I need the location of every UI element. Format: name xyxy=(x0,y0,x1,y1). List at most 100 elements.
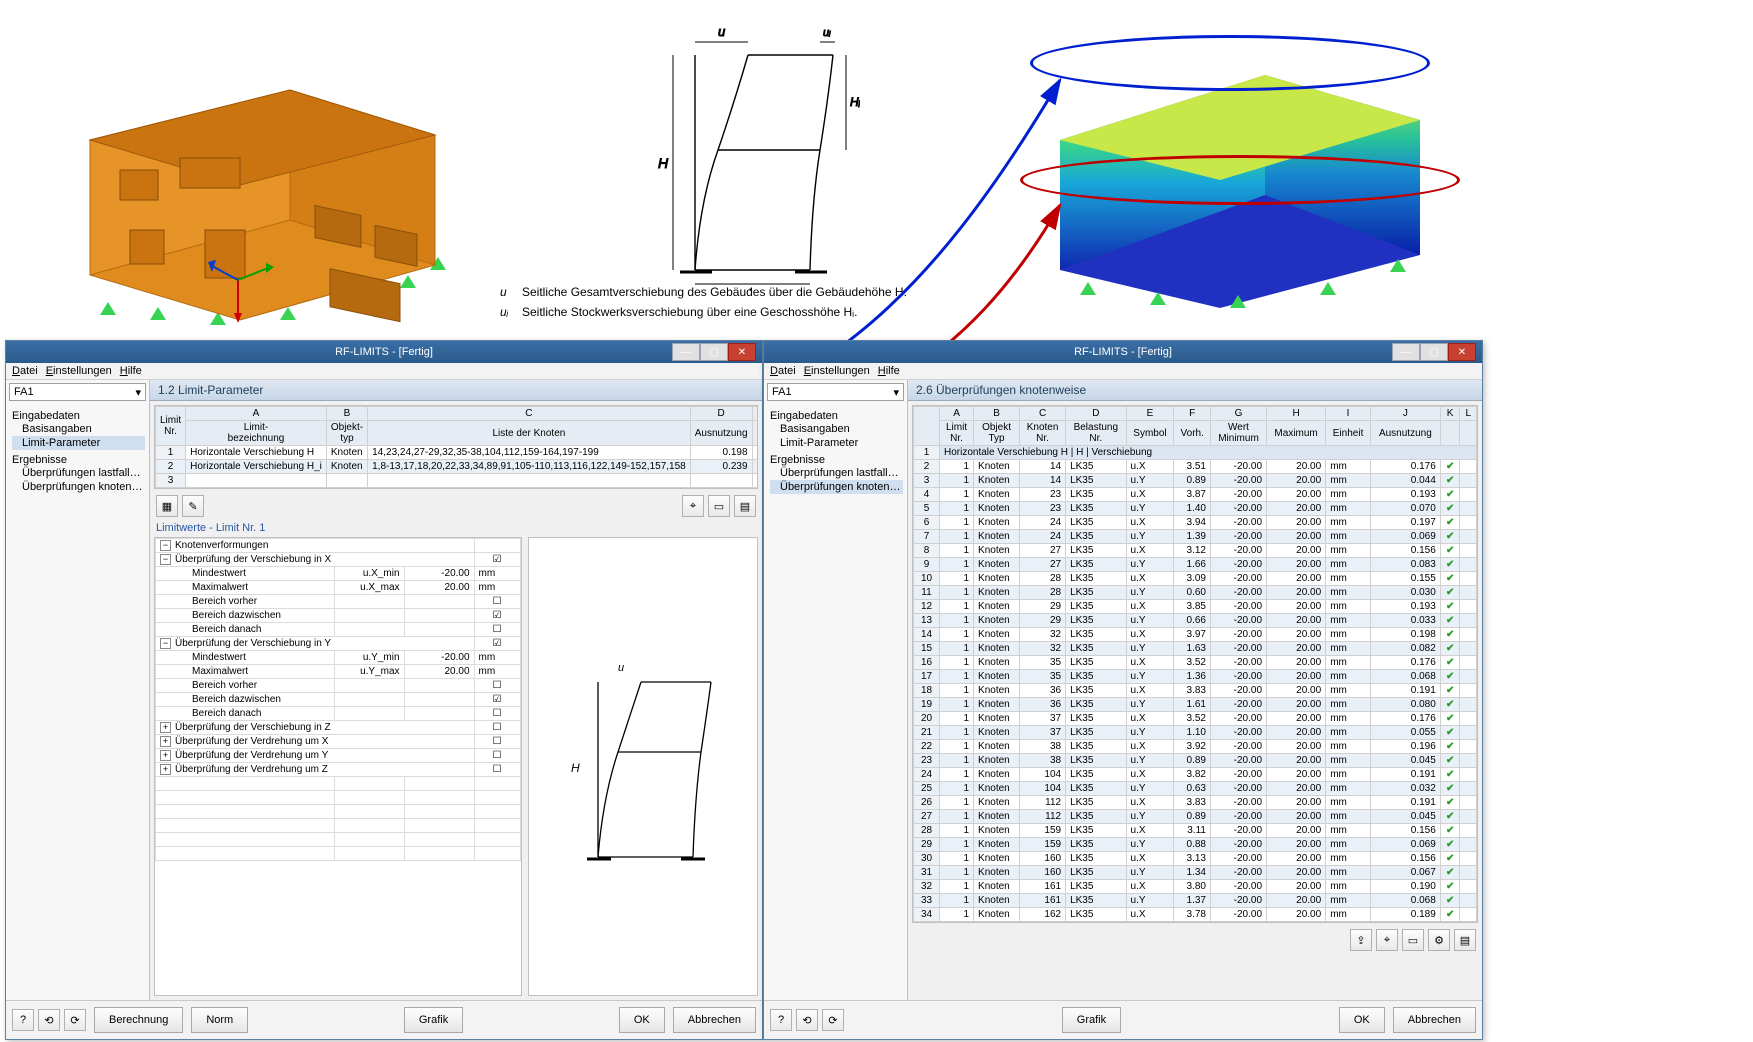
property-group[interactable]: +Überprüfung der Verdrehung um Y☐ xyxy=(156,749,521,763)
property-row[interactable]: Bereich danach☐ xyxy=(156,707,521,721)
table-row[interactable]: 91Knoten27LK35u.Y1.66-20.0020.00mm0.083✔ xyxy=(914,558,1477,572)
tool-new-icon[interactable]: ▦ xyxy=(156,495,178,517)
norm-button[interactable]: Norm xyxy=(191,1007,248,1033)
nav-basisangaben[interactable]: Basisangaben xyxy=(770,422,903,436)
table-row[interactable]: 291Knoten159LK35u.Y0.88-20.0020.00mm0.06… xyxy=(914,838,1477,852)
table-row[interactable]: 221Knoten38LK35u.X3.92-20.0020.00mm0.196… xyxy=(914,740,1477,754)
property-group[interactable]: −Knotenverformungen xyxy=(156,539,521,553)
limit-parameter-grid[interactable]: LimitNr.ABCDELimit-bezeichnungObjekt-typ… xyxy=(154,405,758,489)
results-grid[interactable]: ABCDEFGHIJKLLimitNr.ObjektTypKnotenNr.Be… xyxy=(912,405,1478,923)
berechnung-button[interactable]: Berechnung xyxy=(94,1007,183,1033)
menu-hilfe[interactable]: Hilfe xyxy=(120,365,142,377)
property-group[interactable]: −Überprüfung der Verschiebung in Y☑ xyxy=(156,637,521,651)
prev-icon[interactable]: ⟲ xyxy=(38,1009,60,1031)
property-row[interactable]: Bereich vorher☐ xyxy=(156,679,521,693)
property-row[interactable]: Bereich vorher☐ xyxy=(156,595,521,609)
case-combo[interactable]: FA1▾ xyxy=(767,383,904,401)
minimize-button[interactable]: — xyxy=(1392,343,1420,361)
tool-export-icon[interactable]: ⇪ xyxy=(1350,929,1372,951)
table-row[interactable]: 131Knoten29LK35u.Y0.66-20.0020.00mm0.033… xyxy=(914,614,1477,628)
nav-ueberpruefungen-lastfallweise[interactable]: Überprüfungen lastfallweise xyxy=(12,466,145,480)
table-row[interactable]: 41Knoten23LK35u.X3.87-20.0020.00mm0.193✔ xyxy=(914,488,1477,502)
property-row[interactable]: Bereich dazwischen☑ xyxy=(156,693,521,707)
table-row[interactable]: 171Knoten35LK35u.Y1.36-20.0020.00mm0.068… xyxy=(914,670,1477,684)
abbrechen-button[interactable]: Abbrechen xyxy=(673,1007,756,1033)
titlebar[interactable]: RF-LIMITS - [Fertig] — ▢ ✕ xyxy=(764,341,1482,363)
table-row[interactable]: 161Knoten35LK35u.X3.52-20.0020.00mm0.176… xyxy=(914,656,1477,670)
table-row[interactable]: 51Knoten23LK35u.Y1.40-20.0020.00mm0.070✔ xyxy=(914,502,1477,516)
table-row[interactable]: 181Knoten36LK35u.X3.83-20.0020.00mm0.191… xyxy=(914,684,1477,698)
table-row[interactable]: 261Knoten112LK35u.X3.83-20.0020.00mm0.19… xyxy=(914,796,1477,810)
nav-ueberpruefungen-lastfallweise[interactable]: Überprüfungen lastfallweise xyxy=(770,466,903,480)
property-row[interactable]: Maximalwertu.X_max20.00mm xyxy=(156,581,521,595)
tool-edit-icon[interactable]: ✎ xyxy=(182,495,204,517)
nav-ueberpruefungen-knotenweise[interactable]: Überprüfungen knotenweise xyxy=(770,480,903,494)
property-row[interactable]: Mindestwertu.X_min-20.00mm xyxy=(156,567,521,581)
minimize-button[interactable]: — xyxy=(672,343,700,361)
table-row[interactable]: 251Knoten104LK35u.Y0.63-20.0020.00mm0.03… xyxy=(914,782,1477,796)
next-icon[interactable]: ⟳ xyxy=(822,1009,844,1031)
nav-ueberpruefungen-knotenweise[interactable]: Überprüfungen knotenweise xyxy=(12,480,145,494)
table-row[interactable]: 341Knoten162LK35u.X3.78-20.0020.00mm0.18… xyxy=(914,908,1477,922)
menu-einstellungen[interactable]: Einstellungen xyxy=(46,365,112,377)
grafik-button[interactable]: Grafik xyxy=(1062,1007,1121,1033)
grafik-button[interactable]: Grafik xyxy=(404,1007,463,1033)
table-row[interactable]: 71Knoten24LK35u.Y1.39-20.0020.00mm0.069✔ xyxy=(914,530,1477,544)
tool-settings-icon[interactable]: ⚙ xyxy=(1428,929,1450,951)
table-row[interactable]: 61Knoten24LK35u.X3.94-20.0020.00mm0.197✔ xyxy=(914,516,1477,530)
ok-button[interactable]: OK xyxy=(1339,1007,1385,1033)
case-combo[interactable]: FA1▾ xyxy=(9,383,146,401)
tool-pick-icon[interactable]: ⌖ xyxy=(682,495,704,517)
table-row[interactable]: 2Horizontale Verschiebung H_iKnoten1,8-1… xyxy=(156,460,759,474)
table-row[interactable]: 331Knoten161LK35u.Y1.37-20.0020.00mm0.06… xyxy=(914,894,1477,908)
table-row[interactable]: 111Knoten28LK35u.Y0.60-20.0020.00mm0.030… xyxy=(914,586,1477,600)
tool-filter-icon[interactable]: ▤ xyxy=(1454,929,1476,951)
property-row[interactable]: Bereich dazwischen☑ xyxy=(156,609,521,623)
table-row[interactable]: 321Knoten161LK35u.X3.80-20.0020.00mm0.19… xyxy=(914,880,1477,894)
table-row[interactable]: 211Knoten37LK35u.Y1.10-20.0020.00mm0.055… xyxy=(914,726,1477,740)
table-row[interactable]: 241Knoten104LK35u.X3.82-20.0020.00mm0.19… xyxy=(914,768,1477,782)
table-row[interactable]: 21Knoten14LK35u.X3.51-20.0020.00mm0.176✔ xyxy=(914,460,1477,474)
tool-filter-icon[interactable]: ▤ xyxy=(734,495,756,517)
table-row[interactable]: 3 xyxy=(156,474,759,488)
menu-datei[interactable]: Datei xyxy=(12,365,38,377)
next-icon[interactable]: ⟳ xyxy=(64,1009,86,1031)
table-row[interactable]: 101Knoten28LK35u.X3.09-20.0020.00mm0.155… xyxy=(914,572,1477,586)
help-icon[interactable]: ? xyxy=(12,1009,34,1031)
property-row[interactable]: Maximalwertu.Y_max20.00mm xyxy=(156,665,521,679)
table-row[interactable]: 231Knoten38LK35u.Y0.89-20.0020.00mm0.045… xyxy=(914,754,1477,768)
tool-select-icon[interactable]: ▭ xyxy=(708,495,730,517)
property-group[interactable]: +Überprüfung der Verdrehung um Z☐ xyxy=(156,763,521,777)
limitwerte-properties[interactable]: −Knotenverformungen−Überprüfung der Vers… xyxy=(154,537,522,996)
menu-einstellungen[interactable]: Einstellungen xyxy=(804,365,870,377)
tool-select-icon[interactable]: ▭ xyxy=(1402,929,1424,951)
property-group[interactable]: +Überprüfung der Verschiebung in Z☐ xyxy=(156,721,521,735)
table-row[interactable]: 81Knoten27LK35u.X3.12-20.0020.00mm0.156✔ xyxy=(914,544,1477,558)
table-row[interactable]: 201Knoten37LK35u.X3.52-20.0020.00mm0.176… xyxy=(914,712,1477,726)
tool-pick-icon[interactable]: ⌖ xyxy=(1376,929,1398,951)
titlebar[interactable]: RF-LIMITS - [Fertig] — ▢ ✕ xyxy=(6,341,762,363)
table-row[interactable]: 311Knoten160LK35u.Y1.34-20.0020.00mm0.06… xyxy=(914,866,1477,880)
property-row[interactable]: Mindestwertu.Y_min-20.00mm xyxy=(156,651,521,665)
property-group[interactable]: +Überprüfung der Verdrehung um X☐ xyxy=(156,735,521,749)
close-button[interactable]: ✕ xyxy=(728,343,756,361)
prev-icon[interactable]: ⟲ xyxy=(796,1009,818,1031)
close-button[interactable]: ✕ xyxy=(1448,343,1476,361)
maximize-button[interactable]: ▢ xyxy=(700,343,728,361)
table-row[interactable]: 301Knoten160LK35u.X3.13-20.0020.00mm0.15… xyxy=(914,852,1477,866)
maximize-button[interactable]: ▢ xyxy=(1420,343,1448,361)
nav-basisangaben[interactable]: Basisangaben xyxy=(12,422,145,436)
menu-datei[interactable]: Datei xyxy=(770,365,796,377)
property-group[interactable]: −Überprüfung der Verschiebung in X☑ xyxy=(156,553,521,567)
table-row[interactable]: 191Knoten36LK35u.Y1.61-20.0020.00mm0.080… xyxy=(914,698,1477,712)
property-row[interactable]: Bereich danach☐ xyxy=(156,623,521,637)
table-row[interactable]: 141Knoten32LK35u.X3.97-20.0020.00mm0.198… xyxy=(914,628,1477,642)
ok-button[interactable]: OK xyxy=(619,1007,665,1033)
table-row[interactable]: 271Knoten112LK35u.Y0.89-20.0020.00mm0.04… xyxy=(914,810,1477,824)
nav-limit-parameter[interactable]: Limit-Parameter xyxy=(770,436,903,450)
table-row[interactable]: 281Knoten159LK35u.X3.11-20.0020.00mm0.15… xyxy=(914,824,1477,838)
menu-hilfe[interactable]: Hilfe xyxy=(878,365,900,377)
help-icon[interactable]: ? xyxy=(770,1009,792,1031)
table-row[interactable]: 1Horizontale Verschiebung HKnoten14,23,2… xyxy=(156,446,759,460)
abbrechen-button[interactable]: Abbrechen xyxy=(1393,1007,1476,1033)
